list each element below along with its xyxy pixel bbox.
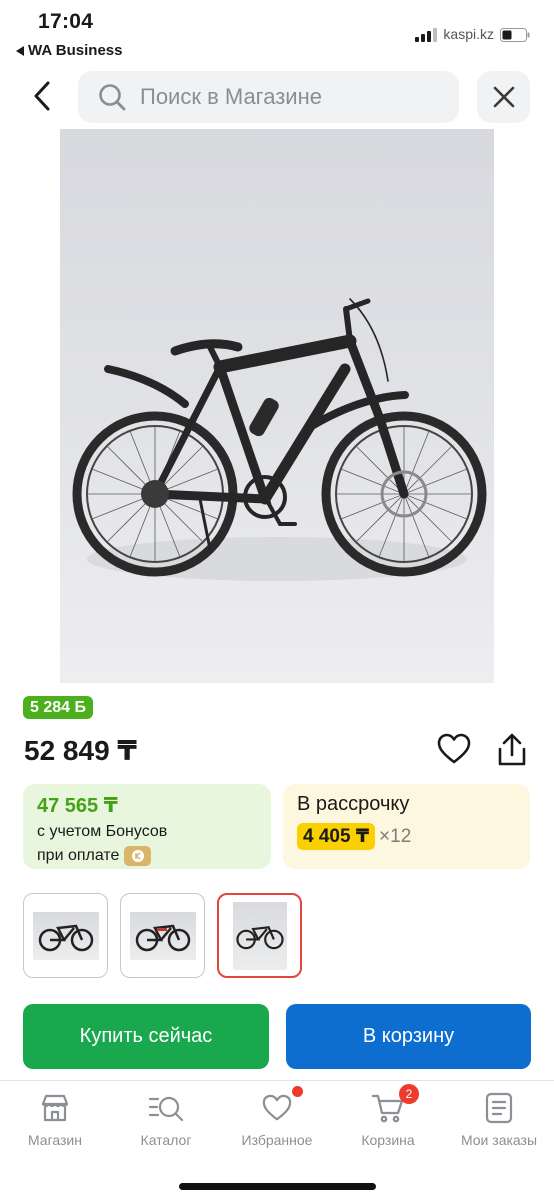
cart-count-badge: 2 xyxy=(399,1084,419,1104)
nav-label: Корзина xyxy=(361,1132,415,1148)
nav-item-orders[interactable]: Мои заказы xyxy=(444,1090,554,1148)
search-input[interactable] xyxy=(140,84,440,110)
favorite-button[interactable] xyxy=(437,733,471,767)
thumbnail-image xyxy=(32,911,99,960)
home-indicator xyxy=(179,1183,376,1190)
chevron-left-icon xyxy=(34,81,50,111)
close-icon xyxy=(493,86,514,108)
buy-now-button[interactable]: Купить сейчас xyxy=(23,1004,269,1069)
signal-icon xyxy=(415,28,438,42)
battery-icon xyxy=(500,28,530,42)
bonus-line-2: при оплате xyxy=(37,846,257,866)
share-button[interactable] xyxy=(496,733,530,769)
bonus-line-1: с учетом Бонусов xyxy=(37,823,168,840)
status-time: 17:04 xyxy=(38,10,94,33)
shop-icon xyxy=(41,1094,69,1122)
status-icons: kaspi.kz xyxy=(415,26,530,42)
add-to-cart-button[interactable]: В корзину xyxy=(286,1004,531,1069)
favorites-notification-dot xyxy=(292,1086,303,1097)
orders-icon xyxy=(485,1092,513,1124)
share-icon xyxy=(498,733,526,766)
heart-icon xyxy=(437,733,471,764)
kaspi-coin-icon xyxy=(124,846,152,866)
thumbnail-2[interactable] xyxy=(120,893,205,978)
thumbnail-image xyxy=(129,911,196,960)
back-to-app-link[interactable]: WA Business xyxy=(16,42,122,59)
product-price: 52 849 ₸ xyxy=(24,735,137,766)
nav-item-cart[interactable]: 2 Корзина xyxy=(333,1084,443,1148)
catalog-search-icon xyxy=(148,1096,184,1122)
installment-monthly: 4 405 ₸ xyxy=(297,823,376,850)
back-triangle-icon xyxy=(16,45,24,56)
thumbnail-1[interactable] xyxy=(23,893,108,978)
close-button[interactable] xyxy=(477,71,530,123)
search-box[interactable] xyxy=(78,71,459,123)
bonus-price: 47 565 ₸ xyxy=(37,795,118,817)
bonus-line-2-text: при оплате xyxy=(37,847,120,864)
nav-label: Магазин xyxy=(27,1132,82,1148)
installment-card[interactable]: В рассрочку 4 405 ₸ ×12 xyxy=(283,784,530,869)
url-label: kaspi.kz xyxy=(443,26,494,42)
nav-item-shop[interactable]: Магазин xyxy=(0,1090,110,1148)
product-image[interactable] xyxy=(60,129,494,683)
nav-label: Мои заказы xyxy=(460,1132,538,1148)
bottom-nav-divider xyxy=(0,1080,554,1081)
thumbnail-image xyxy=(232,901,287,970)
search-icon xyxy=(99,84,126,111)
nav-label: Каталог xyxy=(140,1132,192,1148)
nav-label: Избранное xyxy=(241,1132,313,1148)
nav-item-favorites[interactable]: Избранное xyxy=(222,1086,332,1148)
bonus-price-card[interactable]: 47 565 ₸ с учетом Бонусов при оплате xyxy=(23,784,271,869)
installment-title: В рассрочку xyxy=(297,793,410,815)
back-button[interactable] xyxy=(26,74,58,118)
bonus-badge: 5 284 Б xyxy=(23,696,93,719)
back-app-label: WA Business xyxy=(28,42,123,59)
nav-item-catalog[interactable]: Каталог xyxy=(111,1090,221,1148)
installment-months: ×12 xyxy=(379,825,412,847)
bicycle-image xyxy=(72,298,487,581)
installment-row: 4 405 ₸ ×12 xyxy=(297,823,516,850)
thumbnail-3-selected[interactable] xyxy=(217,893,302,978)
heart-icon xyxy=(262,1094,292,1121)
